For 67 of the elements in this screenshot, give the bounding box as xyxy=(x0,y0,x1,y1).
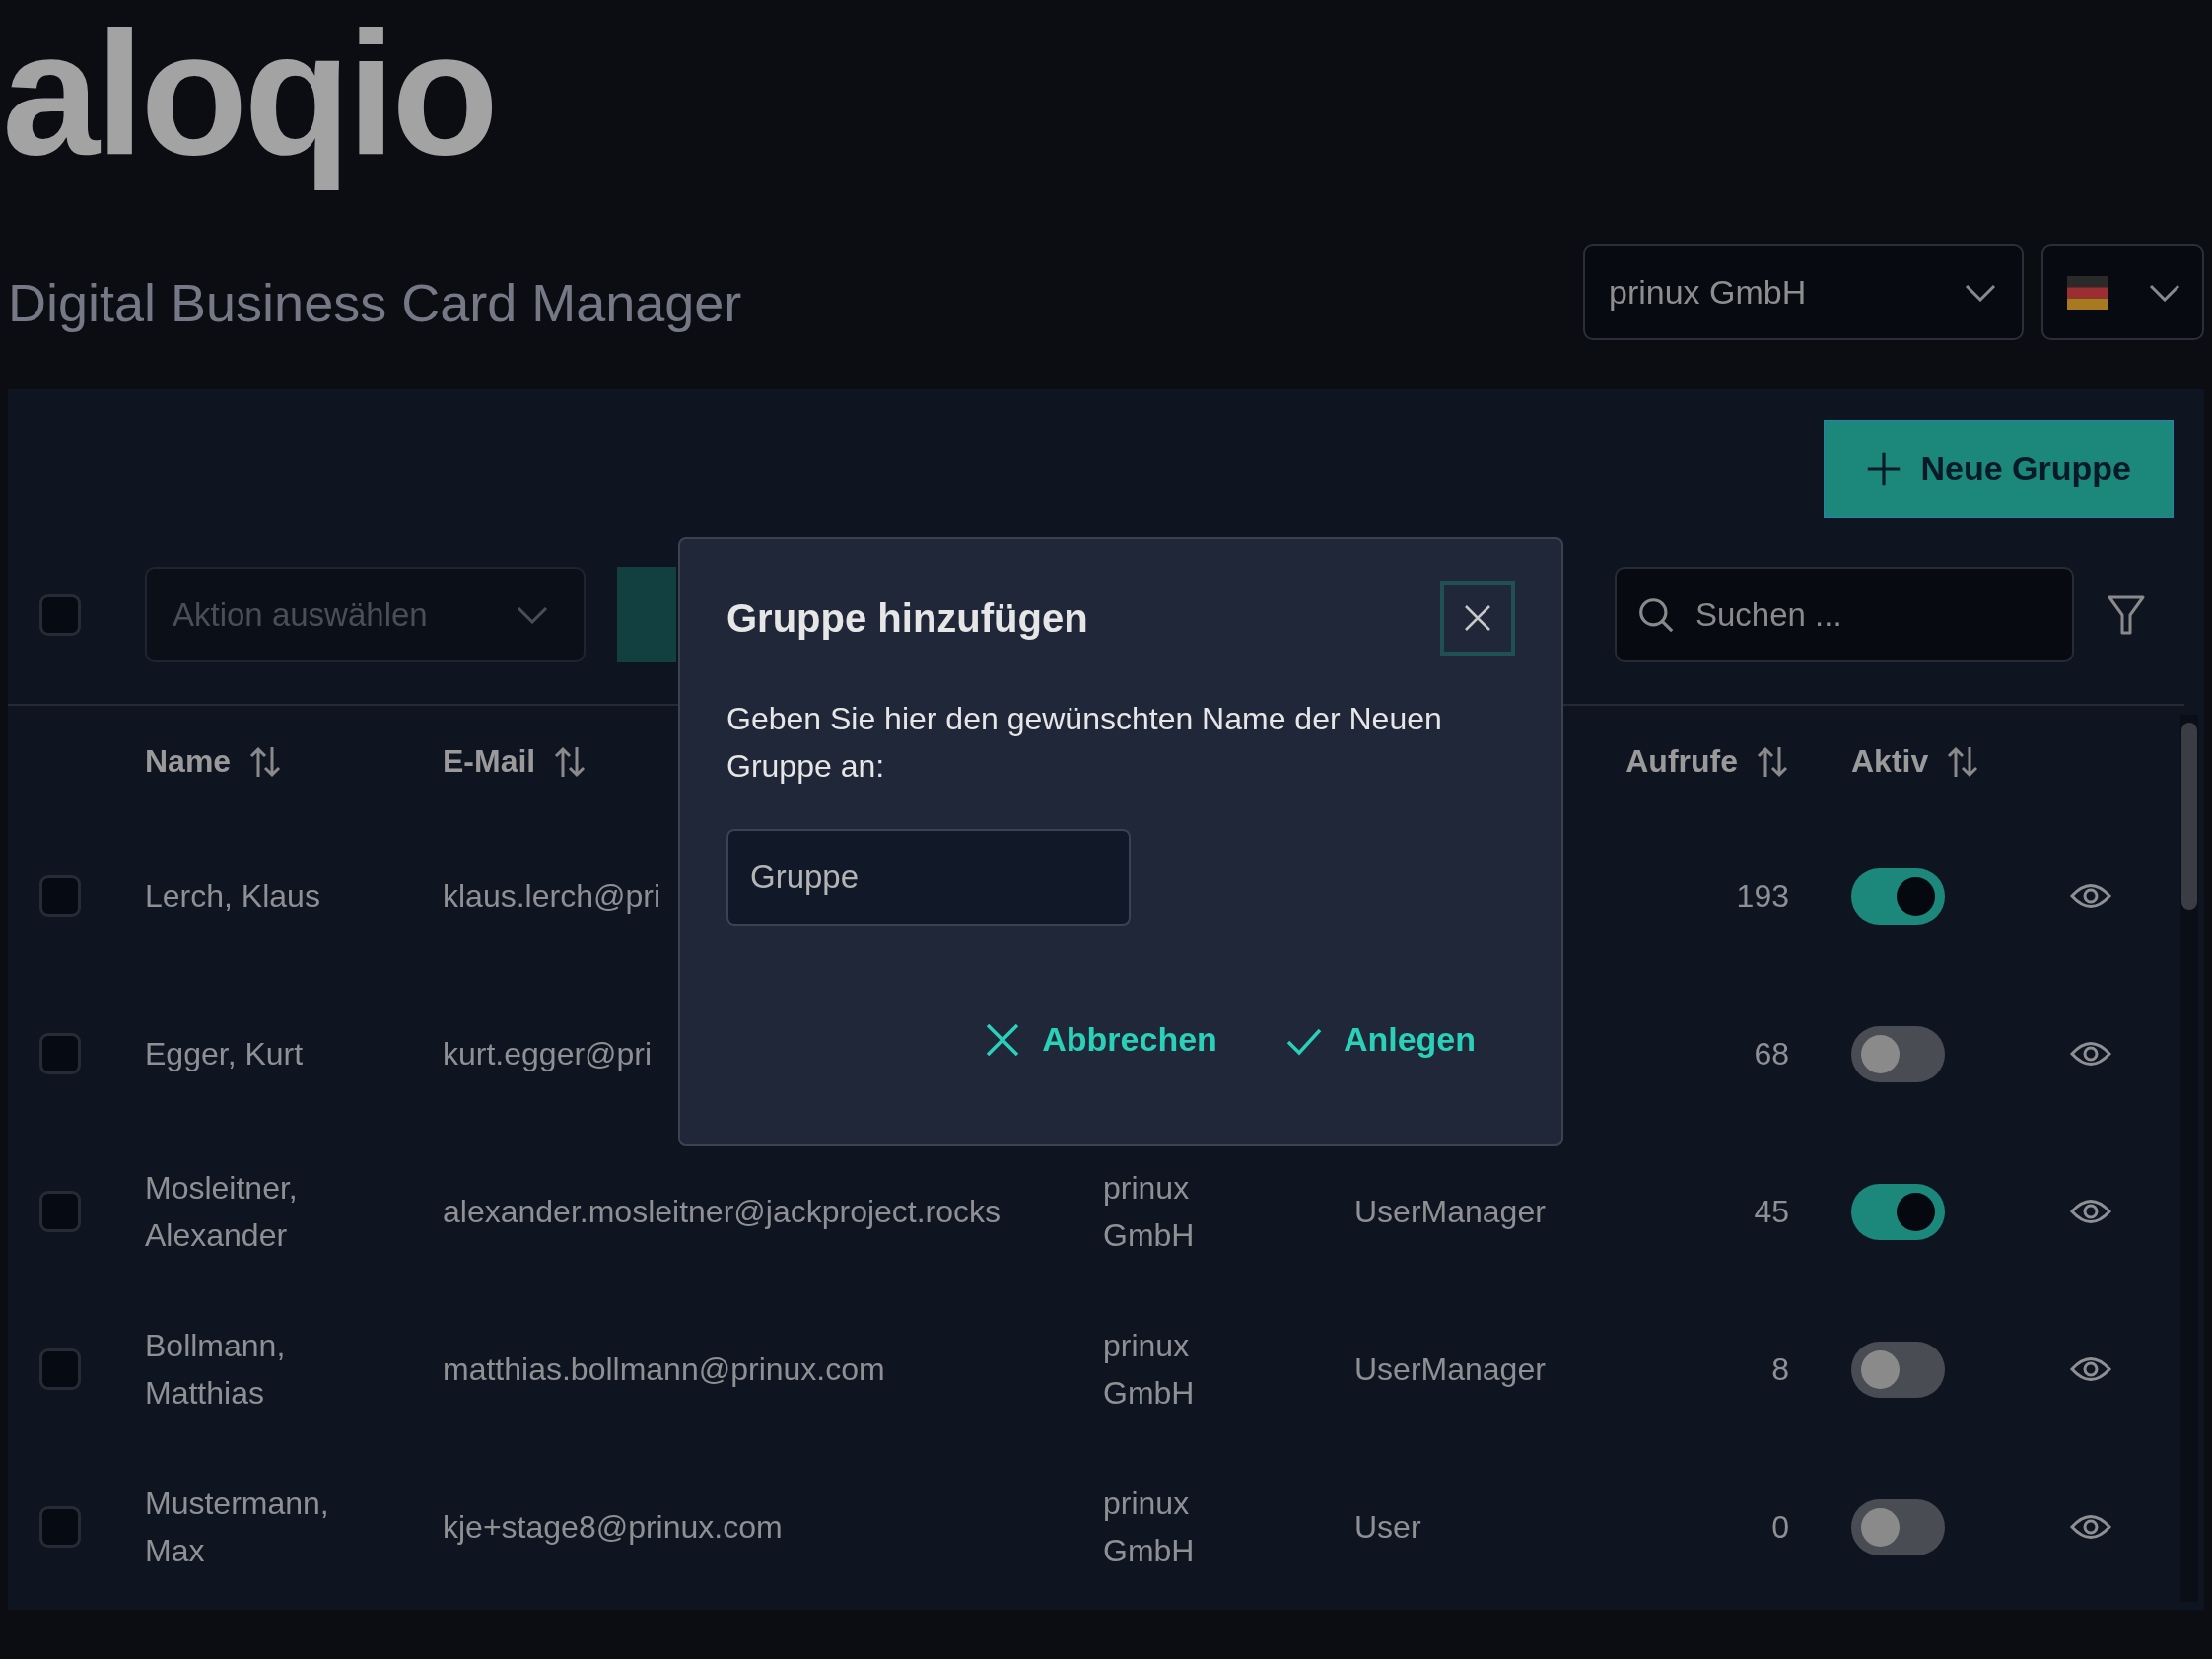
toggle-switch[interactable] xyxy=(1851,867,1945,925)
create-button[interactable]: Anlegen xyxy=(1285,1020,1476,1059)
column-header[interactable]: Aufrufe xyxy=(1625,743,1738,780)
table-cell-text: User xyxy=(1354,1508,1421,1547)
toggle-switch[interactable] xyxy=(1851,1025,1945,1082)
eye-icon[interactable] xyxy=(2070,1197,2111,1226)
sort-icon xyxy=(248,744,283,779)
sort-icon xyxy=(553,744,588,779)
row-checkbox[interactable] xyxy=(39,1191,81,1232)
close-button[interactable] xyxy=(1440,581,1515,656)
company-select[interactable]: prinux GmbH xyxy=(1583,244,2024,340)
table-cell-text: 193 xyxy=(1736,877,1789,916)
row-checkbox[interactable] xyxy=(39,1506,81,1548)
plus-icon xyxy=(1865,450,1901,487)
table-cell-text: kje+stage8@prinux.com xyxy=(443,1508,783,1547)
chevron-down-icon xyxy=(1965,283,1996,302)
group-name-field[interactable]: Gruppe xyxy=(726,829,1131,926)
table-cell-text: Lerch, Klaus xyxy=(145,877,320,916)
sort-icon xyxy=(1756,744,1789,779)
close-icon xyxy=(985,1021,1021,1058)
logo: aloqio xyxy=(1,6,496,193)
toggle-switch[interactable] xyxy=(1851,1183,1945,1240)
toggle-switch[interactable] xyxy=(1851,1341,1945,1398)
eye-icon[interactable] xyxy=(2070,881,2111,911)
table-cell-text: matthias.bollmann@prinux.com xyxy=(443,1350,885,1389)
dialog-title: Gruppe hinzufügen xyxy=(726,595,1088,641)
table-cell-text: 68 xyxy=(1754,1035,1789,1073)
scrollbar[interactable] xyxy=(2180,715,2198,1602)
toggle-switch[interactable] xyxy=(1851,1498,1945,1555)
close-icon xyxy=(1463,603,1492,633)
chevron-down-icon xyxy=(517,605,548,624)
table-cell-text: prinux GmbH xyxy=(1103,1327,1196,1413)
table-cell-text: prinux GmbH xyxy=(1103,1485,1196,1570)
row-checkbox[interactable] xyxy=(39,875,81,917)
table-cell-text: Bollmann, Matthias xyxy=(145,1327,287,1413)
eye-icon[interactable] xyxy=(2070,1354,2111,1384)
filter-icon xyxy=(2108,594,2145,635)
search-icon xyxy=(1638,596,1674,633)
table-cell-text: Egger, Kurt xyxy=(145,1035,304,1073)
table-cell-text: prinux GmbH xyxy=(1103,1169,1196,1255)
table-cell-text: alexander.mosleitner@jackproject.rocks xyxy=(443,1193,1002,1231)
table-cell-text: 45 xyxy=(1754,1193,1789,1231)
column-header[interactable]: E-Mail xyxy=(443,743,536,780)
table-cell-text: Mosleitner, Alexander xyxy=(145,1169,299,1255)
table-cell-text: UserManager xyxy=(1354,1350,1546,1389)
new-group-button[interactable]: Neue Gruppe xyxy=(1823,420,2174,518)
cancel-button[interactable]: Abbrechen xyxy=(985,1020,1217,1059)
table-cell-text: UserManager xyxy=(1354,1193,1546,1231)
row-checkbox[interactable] xyxy=(39,1033,81,1074)
column-header[interactable]: Aktiv xyxy=(1851,743,1929,780)
eye-icon[interactable] xyxy=(2070,1039,2111,1069)
table-cell-text: klaus.lerch@pri xyxy=(443,877,660,916)
row-checkbox[interactable] xyxy=(39,1348,81,1390)
eye-icon[interactable] xyxy=(2070,1512,2111,1542)
table-cell-text: kurt.egger@pri xyxy=(443,1035,653,1073)
chevron-down-icon xyxy=(2149,283,2180,302)
table-cell-text: Mustermann, Max xyxy=(145,1485,330,1570)
select-all-checkbox[interactable] xyxy=(39,593,81,636)
table-cell-text: 8 xyxy=(1771,1350,1789,1389)
sort-icon xyxy=(1946,744,1980,779)
table-cell-text: 0 xyxy=(1771,1508,1789,1547)
page-title: Digital Business Card Manager xyxy=(8,271,743,333)
language-select[interactable] xyxy=(2041,244,2204,340)
dialog-message: Geben Sie hier den gewünschten Name der Neuen Gruppe an: xyxy=(726,700,1443,786)
search-field[interactable]: Suchen ... xyxy=(1615,567,2074,662)
flag-icon xyxy=(2067,275,2108,310)
column-header[interactable]: Name xyxy=(145,743,232,780)
